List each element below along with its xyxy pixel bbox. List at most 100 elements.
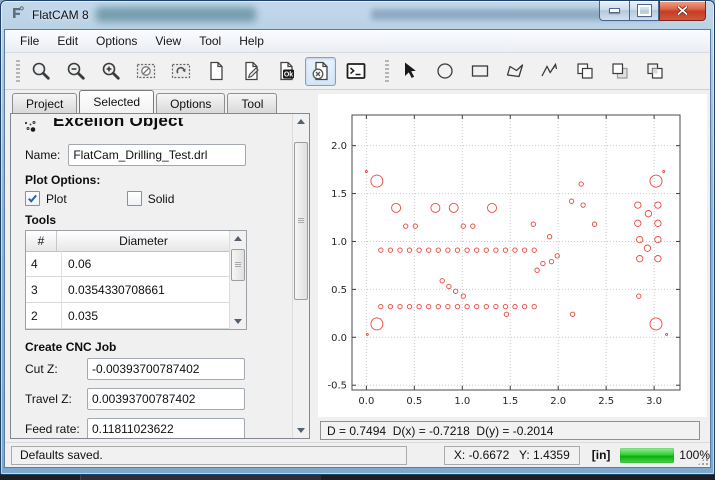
toolbar: Ok (5, 53, 710, 90)
zoom-in-button[interactable] (95, 57, 126, 86)
zoom-fit-button[interactable] (25, 57, 56, 86)
tool-diameter-cell[interactable]: 0.06 (62, 251, 230, 276)
tab-project[interactable]: Project (12, 93, 77, 113)
toolbar-main-group: Ok (25, 57, 371, 86)
tool-number-cell[interactable]: 2 (26, 303, 62, 328)
svg-text:0.0: 0.0 (358, 396, 374, 407)
tab-tool[interactable]: Tool (227, 93, 277, 113)
travelz-input[interactable] (87, 388, 245, 410)
run-script-button[interactable]: Ok (270, 57, 301, 86)
svg-text:2.0: 2.0 (331, 141, 347, 152)
shell-button[interactable] (340, 57, 371, 86)
svg-text:0.5: 0.5 (331, 285, 347, 296)
tool-number-cell[interactable]: 4 (26, 251, 62, 276)
clear-plot-button[interactable] (130, 57, 161, 86)
plot-options-label: Plot Options: (25, 173, 293, 187)
tools-table-body: 40.0630.035433070866120.035 (26, 251, 230, 329)
window-title: FlatCAM 8 (32, 8, 89, 22)
close-button[interactable] (659, 1, 706, 21)
panel-scrollbar[interactable] (292, 114, 309, 438)
feedrate-input[interactable] (87, 418, 245, 438)
solid-checkbox[interactable]: Solid (127, 191, 175, 206)
toolbar-grip[interactable] (385, 60, 389, 82)
shell-icon (345, 60, 367, 82)
svg-text:1.0: 1.0 (331, 237, 347, 248)
draw-rectangle-button[interactable] (464, 57, 495, 86)
tools-label: Tools (25, 213, 293, 227)
geo-intersect-button[interactable] (639, 57, 670, 86)
svg-text:0.5: 0.5 (406, 396, 422, 407)
excellon-object-icon (23, 120, 41, 140)
titlebar[interactable]: FlatCAM 8 (1, 1, 714, 29)
clear-plot-icon (135, 60, 157, 82)
menu-view[interactable]: View (146, 32, 190, 50)
units-label: [in] (592, 448, 611, 462)
svg-text:2.0: 2.0 (550, 396, 566, 407)
scrollbar-thumb[interactable] (294, 142, 308, 300)
geo-intersect-icon (644, 60, 666, 82)
maximize-button[interactable] (629, 1, 659, 21)
plot-checkbox[interactable]: Plot (25, 191, 67, 206)
open-project-icon (240, 60, 262, 82)
draw-circle-icon (434, 60, 456, 82)
toolbar-grip[interactable] (16, 60, 20, 82)
solid-checkbox-box[interactable] (127, 191, 142, 206)
scroll-up-button[interactable] (293, 114, 309, 129)
minimize-button[interactable] (599, 1, 629, 21)
menubar: FileEditOptionsViewToolHelp (5, 30, 710, 53)
replot-button[interactable] (165, 57, 196, 86)
svg-text:1.5: 1.5 (502, 396, 518, 407)
draw-polyline-button[interactable] (534, 57, 565, 86)
thumb-grip-icon (298, 218, 304, 223)
tools-table-header: # Diameter (26, 231, 246, 252)
svg-text:Ok: Ok (283, 72, 292, 79)
menu-help[interactable]: Help (230, 32, 273, 50)
tab-selected[interactable]: Selected (79, 90, 154, 113)
cutz-input[interactable] (87, 358, 245, 380)
panel-heading: Excellon Object (53, 118, 184, 131)
menu-options[interactable]: Options (87, 32, 146, 50)
column-header-number[interactable]: # (26, 231, 57, 251)
aero-glass-reflection (96, 7, 256, 22)
draw-circle-button[interactable] (429, 57, 460, 86)
replot-icon (170, 60, 192, 82)
menu-edit[interactable]: Edit (48, 32, 87, 50)
content-area: ProjectSelectedOptionsTool Excellon Obje… (5, 90, 710, 442)
tool-row[interactable]: 40.06 (26, 251, 230, 277)
plot-canvas[interactable]: 0.00.51.01.52.02.53.0-0.50.00.51.01.52.0 (318, 94, 707, 417)
draw-rectangle-icon (469, 60, 491, 82)
tool-diameter-cell[interactable]: 0.0354330708661 (62, 277, 230, 302)
delete-object-icon (310, 60, 332, 82)
tool-number-cell[interactable]: 3 (26, 277, 62, 302)
open-project-button[interactable] (235, 57, 266, 86)
delete-object-button[interactable] (305, 57, 336, 86)
menu-tool[interactable]: Tool (190, 32, 230, 50)
draw-polygon-icon (504, 60, 526, 82)
column-header-diameter[interactable]: Diameter (57, 231, 231, 251)
selected-object-panel: Excellon Object Name: Plot Options: Plot (10, 113, 310, 439)
scroll-down-button[interactable] (230, 314, 246, 329)
tool-row[interactable]: 30.0354330708661 (26, 277, 230, 303)
new-project-button[interactable] (200, 57, 231, 86)
maximize-icon (638, 5, 651, 16)
select-tool-button[interactable] (394, 57, 425, 86)
cutz-label: Cut Z: (25, 362, 87, 376)
draw-polygon-button[interactable] (499, 57, 530, 86)
zoom-out-button[interactable] (60, 57, 91, 86)
name-input[interactable] (68, 144, 246, 166)
plot-checkbox-box[interactable] (25, 191, 40, 206)
tool-diameter-cell[interactable]: 0.035 (62, 303, 230, 328)
scroll-up-button[interactable] (230, 231, 246, 246)
geo-subtract-icon (609, 60, 631, 82)
scrollbar-thumb[interactable] (231, 249, 245, 281)
zoom-fit-icon (30, 60, 52, 82)
geo-subtract-button[interactable] (604, 57, 635, 86)
tab-options[interactable]: Options (156, 93, 225, 113)
table-scrollbar[interactable] (229, 231, 246, 329)
tool-row[interactable]: 20.035 (26, 303, 230, 329)
menu-file[interactable]: File (11, 32, 48, 50)
geo-union-button[interactable] (569, 57, 600, 86)
drill-plot[interactable]: 0.00.51.01.52.02.53.0-0.50.00.51.01.52.0 (318, 94, 707, 417)
new-project-icon (205, 60, 227, 82)
scroll-down-button[interactable] (293, 423, 309, 438)
